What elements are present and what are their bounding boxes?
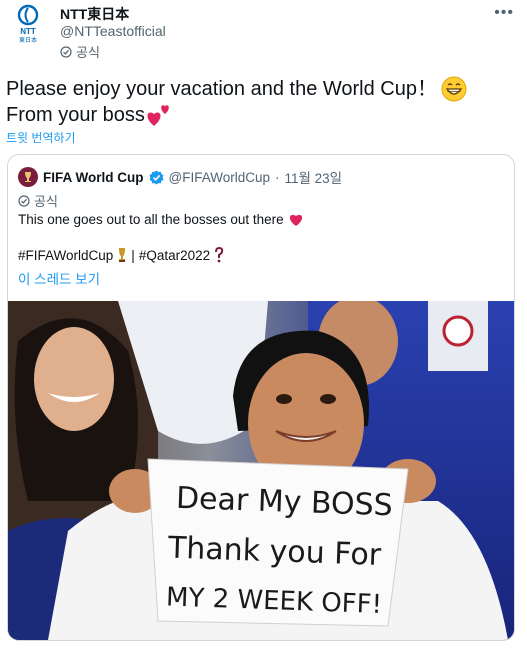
trophy-emoji-icon xyxy=(119,248,126,262)
quoted-official-label: 공식 xyxy=(34,194,58,209)
official-badge: 공식 xyxy=(60,42,100,61)
verified-badge-icon xyxy=(149,169,163,185)
author-handle[interactable]: @NTTeastofficial xyxy=(60,23,166,39)
official-check-icon xyxy=(60,45,72,58)
grinning-face-emoji-icon xyxy=(441,76,467,102)
quoted-hashtags: #FIFAWorldCup | #Qatar2022 xyxy=(18,247,224,263)
quoted-tweet-text: This one goes out to all the bosses out … xyxy=(18,212,304,227)
date-separator: · xyxy=(274,169,280,185)
tweet-text-line1: Please enjoy your vacation and the World… xyxy=(6,78,437,100)
show-thread-link[interactable]: 이 스레드 보기 xyxy=(18,268,100,288)
quoted-official-badge: 공식 xyxy=(18,191,58,210)
official-check-icon xyxy=(18,194,30,207)
quoted-author-handle[interactable]: @FIFAWorldCup xyxy=(169,170,270,185)
sign-line-2: Thank you For xyxy=(166,530,382,572)
two-hearts-emoji-icon xyxy=(147,105,169,126)
fan-holding-sign-photo[interactable]: Dear My BOSS Thank you For MY 2 WEEK OFF… xyxy=(8,301,514,640)
more-options-icon[interactable]: ••• xyxy=(494,4,514,22)
ntt-logo-avatar[interactable]: NTT 東日本 xyxy=(14,4,42,44)
logo-subtext: 東日本 xyxy=(19,36,37,44)
red-heart-emoji-icon xyxy=(289,214,302,226)
logo-text: NTT xyxy=(20,27,36,36)
tweet-header: NTT 東日本 NTT東日本 @NTTeastofficial 공식 ••• xyxy=(14,4,514,60)
hashtag-fifaworldcup[interactable]: #FIFAWorldCup xyxy=(18,248,113,263)
quoted-tweet-card[interactable]: FIFA World Cup @FIFAWorldCup · 11월 23일 공… xyxy=(7,154,515,641)
translate-tweet-link[interactable]: 트윗 번역하기 xyxy=(6,129,76,146)
official-label: 공식 xyxy=(76,45,100,60)
hashtag-divider: | xyxy=(131,247,135,263)
hashtag-qatar2022[interactable]: #Qatar2022 xyxy=(139,248,210,263)
author-name[interactable]: NTT東日本 xyxy=(60,4,129,24)
quoted-author-name[interactable]: FIFA World Cup xyxy=(43,170,144,185)
tweet-text-line2: From your boss xyxy=(6,104,145,126)
quoted-date[interactable]: 11월 23일 xyxy=(284,167,342,187)
qatar-mascot-emoji-icon xyxy=(215,247,224,263)
tweet-body: Please enjoy your vacation and the World… xyxy=(6,76,506,128)
quoted-tweet-header: FIFA World Cup @FIFAWorldCup · 11월 23일 xyxy=(18,167,342,187)
quoted-text-content: This one goes out to all the bosses out … xyxy=(18,212,284,227)
fifa-trophy-avatar-icon[interactable] xyxy=(18,167,38,187)
